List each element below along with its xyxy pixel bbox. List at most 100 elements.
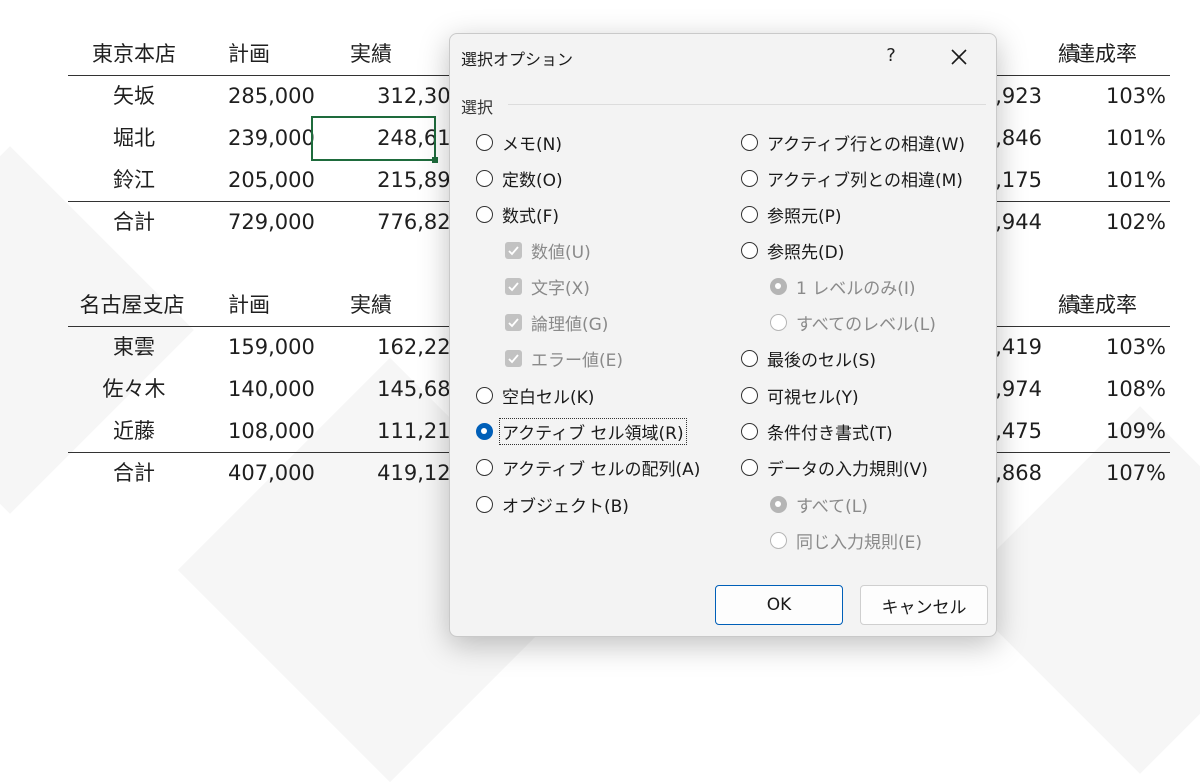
radio-icon[interactable] <box>741 458 758 476</box>
option-formulas[interactable]: 数式(F) <box>476 199 559 229</box>
cell-actual[interactable]: 111,216 <box>350 410 464 452</box>
cell-total-label[interactable]: 合計 <box>68 201 200 243</box>
radio-icon[interactable] <box>741 205 758 223</box>
header-rate[interactable]: 達成率 <box>1074 284 1172 326</box>
checkbox-numbers[interactable]: 数値(U) <box>505 235 591 265</box>
cell-actual[interactable]: 419,126 <box>350 452 464 494</box>
close-button[interactable] <box>944 42 974 72</box>
option-validation-same[interactable]: 同じ入力規則(E) <box>770 525 922 555</box>
option-dependents[interactable]: 参照先(D) <box>741 235 844 265</box>
radio-icon[interactable] <box>741 349 758 367</box>
option-label: 参照元(P) <box>767 206 842 227</box>
option-comments[interactable]: メモ(N) <box>476 127 562 157</box>
cell-plan[interactable]: 108,000 <box>228 410 348 452</box>
radio-disabled-icon[interactable] <box>770 531 787 549</box>
header-actual[interactable]: 実績 <box>350 284 464 326</box>
option-current-array[interactable]: アクティブ セルの配列(A) <box>476 452 700 482</box>
cell-name[interactable]: 近藤 <box>68 410 200 452</box>
header-branch[interactable]: 東京本店 <box>68 33 200 75</box>
option-data-validation[interactable]: データの入力規則(V) <box>741 452 928 482</box>
option-label: 定数(O) <box>502 170 563 191</box>
option-label: 最後のセル(S) <box>767 350 877 371</box>
radio-selected-disabled-icon[interactable] <box>770 277 787 295</box>
radio-selected-icon[interactable] <box>476 422 493 440</box>
radio-icon[interactable] <box>476 458 493 476</box>
checkbox-errors[interactable]: エラー値(E) <box>505 343 623 373</box>
help-button[interactable]: ? <box>877 42 905 70</box>
radio-icon[interactable] <box>741 386 758 404</box>
option-label: データの入力規則(V) <box>767 459 928 480</box>
option-last-cell[interactable]: 最後のセル(S) <box>741 343 876 373</box>
radio-icon[interactable] <box>476 386 493 404</box>
cell-actual[interactable]: 312,304 <box>350 75 464 117</box>
option-column-differences[interactable]: アクティブ列との相違(M) <box>741 163 963 193</box>
group-divider <box>508 104 986 105</box>
option-current-region[interactable]: アクティブ セル領域(R) <box>476 416 687 446</box>
cell-actual[interactable]: 776,821 <box>350 201 464 243</box>
cell-plan[interactable]: 140,000 <box>228 368 348 410</box>
cell-rate[interactable]: 103% <box>1068 326 1166 368</box>
radio-disabled-icon[interactable] <box>770 313 787 331</box>
cell-rate[interactable]: 103% <box>1068 75 1166 117</box>
cell-plan[interactable]: 205,000 <box>228 159 348 201</box>
option-label: メモ(N) <box>502 134 562 155</box>
checkbox-checked-icon[interactable] <box>505 313 522 331</box>
radio-icon[interactable] <box>741 422 758 440</box>
header-plan[interactable]: 計画 <box>228 33 348 75</box>
active-cell-border <box>311 116 438 163</box>
option-label: 数値(U) <box>531 242 591 263</box>
header-actual[interactable]: 実績 <box>350 33 464 75</box>
option-visible-cells[interactable]: 可視セル(Y) <box>741 380 859 410</box>
cell-rate[interactable]: 109% <box>1068 410 1166 452</box>
option-direct-only[interactable]: 1 レベルのみ(I) <box>770 271 916 301</box>
cell-rate[interactable]: 107% <box>1068 452 1166 494</box>
radio-icon[interactable] <box>476 133 493 151</box>
cell-rate[interactable]: 101% <box>1068 117 1166 159</box>
cancel-button[interactable]: キャンセル <box>860 585 988 625</box>
cell-plan[interactable]: 729,000 <box>228 201 348 243</box>
radio-icon[interactable] <box>741 241 758 259</box>
cell-total-label[interactable]: 合計 <box>68 452 200 494</box>
cell-name[interactable]: 佐々木 <box>68 368 200 410</box>
option-label: エラー値(E) <box>531 350 624 371</box>
radio-icon[interactable] <box>741 133 758 151</box>
radio-icon[interactable] <box>741 169 758 187</box>
checkbox-checked-icon[interactable] <box>505 349 522 367</box>
radio-icon[interactable] <box>476 495 493 513</box>
header-rate[interactable]: 達成率 <box>1074 33 1172 75</box>
cell-rate[interactable]: 102% <box>1068 201 1166 243</box>
radio-icon[interactable] <box>476 205 493 223</box>
cell-actual[interactable]: 145,687 <box>350 368 464 410</box>
checkbox-checked-icon[interactable] <box>505 241 522 259</box>
option-conditional-formats[interactable]: 条件付き書式(T) <box>741 416 893 446</box>
cell-actual[interactable]: 162,223 <box>350 326 464 368</box>
cell-name[interactable]: 堀北 <box>68 117 200 159</box>
radio-selected-disabled-icon[interactable] <box>770 495 787 513</box>
cell-rate[interactable]: 108% <box>1068 368 1166 410</box>
cell-plan[interactable]: 285,000 <box>228 75 348 117</box>
option-constants[interactable]: 定数(O) <box>476 163 563 193</box>
cell-rate[interactable]: 101% <box>1068 159 1166 201</box>
option-objects[interactable]: オブジェクト(B) <box>476 489 629 519</box>
cell-name[interactable]: 鈴江 <box>68 159 200 201</box>
checkbox-logicals[interactable]: 論理値(G) <box>505 307 608 337</box>
dialog-title: 選択オプション <box>461 50 574 69</box>
option-row-differences[interactable]: アクティブ行との相違(W) <box>741 127 965 157</box>
option-all-levels[interactable]: すべてのレベル(L) <box>770 307 936 337</box>
header-branch[interactable]: 名古屋支店 <box>72 284 192 326</box>
option-blanks[interactable]: 空白セル(K) <box>476 380 594 410</box>
cell-plan[interactable]: 407,000 <box>228 452 348 494</box>
cell-plan[interactable]: 159,000 <box>228 326 348 368</box>
cell-actual[interactable]: 215,898 <box>350 159 464 201</box>
option-precedents[interactable]: 参照元(P) <box>741 199 842 229</box>
checkbox-text[interactable]: 文字(X) <box>505 271 590 301</box>
cell-name[interactable]: 東雲 <box>68 326 200 368</box>
option-validation-all[interactable]: すべて(L) <box>770 489 868 519</box>
header-plan[interactable]: 計画 <box>228 284 348 326</box>
radio-icon[interactable] <box>476 169 493 187</box>
ok-button[interactable]: OK <box>715 585 843 625</box>
option-label: すべて(L) <box>796 496 868 517</box>
cell-name[interactable]: 矢坂 <box>68 75 200 117</box>
option-label: 数式(F) <box>502 206 560 227</box>
checkbox-checked-icon[interactable] <box>505 277 522 295</box>
